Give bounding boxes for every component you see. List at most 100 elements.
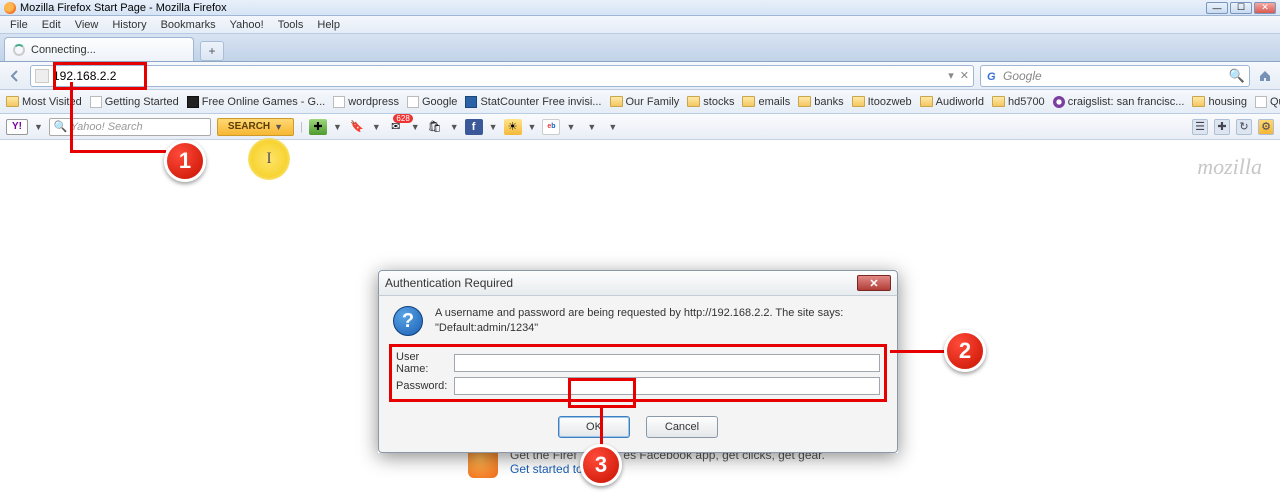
bookmark-statcounter[interactable]: StatCounter Free invisi... [465, 96, 601, 108]
dialog-close-button[interactable]: ✕ [857, 275, 891, 291]
annotation-line-2 [890, 350, 946, 353]
toolbar-facebook-icon[interactable]: f [465, 119, 483, 135]
username-label: User Name: [396, 351, 454, 375]
toolbar-bookmark-icon[interactable]: 🔖 [348, 119, 366, 135]
toolbar-settings-icon[interactable]: ⚙ [1258, 119, 1274, 135]
dropdown-icon[interactable]: ▼ [34, 122, 43, 132]
dialog-title: Authentication Required [385, 276, 513, 290]
dialog-message: A username and password are being reques… [435, 306, 843, 336]
menu-view[interactable]: View [69, 18, 105, 32]
menu-help[interactable]: Help [311, 18, 346, 32]
firefox-icon [4, 2, 16, 14]
folder-icon [852, 96, 865, 107]
search-icon[interactable]: 🔍 [1229, 68, 1245, 84]
new-tab-button[interactable]: + [200, 41, 224, 61]
bookmark-banks[interactable]: banks [798, 96, 843, 108]
bookmark-google[interactable]: Google [407, 96, 457, 108]
tab-strip: Connecting... + [0, 34, 1280, 62]
stop-icon[interactable]: ✕ [960, 69, 969, 82]
dropdown-icon[interactable]: ▾ [948, 69, 954, 82]
bookmark-stocks[interactable]: stocks [687, 96, 734, 108]
menu-yahoo[interactable]: Yahoo! [224, 18, 270, 32]
search-placeholder: Google [1003, 69, 1042, 83]
url-bar[interactable]: ▾ ✕ [30, 65, 974, 87]
annotation-badge-1: 1 [164, 140, 206, 182]
maximize-button[interactable]: ☐ [1230, 2, 1252, 14]
peace-icon [1053, 96, 1065, 108]
password-input[interactable] [454, 377, 880, 395]
home-button[interactable] [1256, 67, 1274, 85]
back-button[interactable] [6, 67, 24, 85]
toolbar-add-icon[interactable]: ✚ [1214, 119, 1230, 135]
annotation-highlight-credentials: User Name: Password: [389, 344, 887, 402]
toolbar-weather-icon[interactable]: ☀ [504, 119, 522, 135]
bookmark-craigslist[interactable]: craigslist: san francisc... [1053, 96, 1185, 108]
menu-history[interactable]: History [106, 18, 152, 32]
toolbar-shopping-icon[interactable]: 🛍 [426, 119, 444, 135]
annotation-badge-2: 2 [944, 330, 986, 372]
toolbar-apps-icon[interactable]: ✚ [309, 119, 327, 135]
folder-icon [610, 96, 623, 107]
toolbar-ebay-icon[interactable]: eb [542, 119, 560, 135]
toolbar-refresh-icon[interactable]: ↻ [1236, 119, 1252, 135]
bookmark-housing[interactable]: housing [1192, 96, 1247, 108]
cancel-button[interactable]: Cancel [646, 416, 718, 438]
search-bar[interactable]: G Google 🔍 [980, 65, 1250, 87]
folder-icon [920, 96, 933, 107]
bookmark-itoozweb[interactable]: Itoozweb [852, 96, 912, 108]
bookmark-our-family[interactable]: Our Family [610, 96, 680, 108]
bookmarks-toolbar: Most Visited Getting Started Free Online… [0, 90, 1280, 114]
menu-file[interactable]: File [4, 18, 34, 32]
toolbar-mail-icon[interactable]: ✉ [387, 119, 405, 135]
page-icon [1255, 96, 1267, 108]
annotation-badge-3: 3 [580, 444, 622, 486]
menu-bar: File Edit View History Bookmarks Yahoo! … [0, 16, 1280, 34]
folder-icon [742, 96, 755, 107]
tab-label: Connecting... [31, 44, 96, 56]
page-icon [407, 96, 419, 108]
yahoo-toolbar: Y! ▼ 🔍 Yahoo! Search SEARCH▼ | ✚▼ 🔖▼ ✉▼ … [0, 114, 1280, 140]
google-engine-icon: G [985, 69, 999, 83]
bookmark-hd5700[interactable]: hd5700 [992, 96, 1045, 108]
annotation-line-1b [70, 150, 166, 153]
password-label: Password: [396, 380, 454, 392]
page-icon [333, 96, 345, 108]
username-input[interactable] [454, 354, 880, 372]
window-titlebar: Mozilla Firefox Start Page - Mozilla Fir… [0, 0, 1280, 16]
folder-icon [992, 96, 1005, 107]
tab-active[interactable]: Connecting... [4, 37, 194, 61]
dialog-titlebar: Authentication Required ✕ [378, 270, 898, 296]
folder-icon [1192, 96, 1205, 107]
page-icon [90, 96, 102, 108]
cursor-highlight-icon: I [248, 138, 290, 180]
yahoo-search-input[interactable]: 🔍 Yahoo! Search [49, 118, 211, 136]
ok-button[interactable]: OK [558, 416, 630, 438]
menu-tools[interactable]: Tools [272, 18, 310, 32]
navigation-bar: ▾ ✕ G Google 🔍 [0, 62, 1280, 90]
folder-icon [798, 96, 811, 107]
auth-dialog: Authentication Required ✕ ? A username a… [378, 270, 898, 453]
bookmark-free-online-games[interactable]: Free Online Games - G... [187, 96, 325, 108]
bookmark-wordpress[interactable]: wordpress [333, 96, 399, 108]
yahoo-search-button[interactable]: SEARCH▼ [217, 118, 294, 136]
menu-edit[interactable]: Edit [36, 18, 67, 32]
page-icon [465, 96, 477, 108]
annotation-line-3 [600, 408, 603, 446]
folder-icon [6, 96, 19, 107]
url-input[interactable] [53, 69, 948, 83]
minimize-button[interactable]: — [1206, 2, 1228, 14]
menu-bookmarks[interactable]: Bookmarks [155, 18, 222, 32]
bookmark-quickpost[interactable]: QuickPost to today [1255, 96, 1280, 108]
page-icon [187, 96, 199, 108]
bookmark-audiworld[interactable]: Audiworld [920, 96, 984, 108]
bookmark-emails[interactable]: emails [742, 96, 790, 108]
yahoo-logo-icon[interactable]: Y! [6, 119, 28, 135]
close-button[interactable]: ✕ [1254, 2, 1276, 14]
yahoo-search-placeholder: Yahoo! Search [71, 121, 143, 133]
toolbar-list-icon[interactable]: ☰ [1192, 119, 1208, 135]
site-identity-icon [35, 69, 49, 83]
svg-text:G: G [987, 71, 996, 82]
bookmark-getting-started[interactable]: Getting Started [90, 96, 179, 108]
folder-icon [687, 96, 700, 107]
mozilla-brand-text: mozilla [1197, 154, 1262, 180]
